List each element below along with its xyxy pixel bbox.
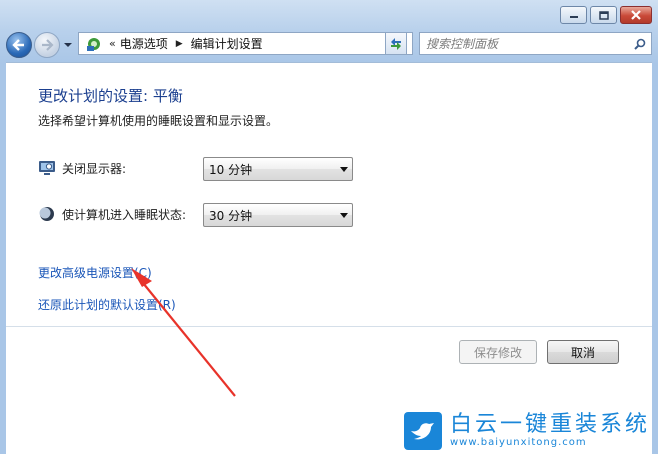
watermark-url: www.baiyunxitong.com: [450, 437, 587, 448]
advanced-power-settings-link[interactable]: 更改高级电源设置(C): [38, 264, 152, 281]
breadcrumb-arrow[interactable]: ▶: [176, 39, 183, 49]
control-panel-icon: [87, 37, 100, 51]
forward-button[interactable]: [34, 32, 60, 58]
window-frame: « 电源选项 ▶ 编辑计划设置 更改计划的设置: 平衡 选择希望计算机使用的睡眠…: [0, 0, 658, 454]
search-box[interactable]: [419, 32, 652, 55]
navigation-bar: « 电源选项 ▶ 编辑计划设置: [6, 30, 652, 60]
divider: [6, 326, 652, 327]
save-changes-button[interactable]: 保存修改: [459, 340, 537, 364]
watermark-title: 白云一键重装系统: [450, 412, 651, 437]
close-button[interactable]: [620, 6, 652, 24]
back-button[interactable]: [6, 32, 32, 58]
content-pane: 更改计划的设置: 平衡 选择希望计算机使用的睡眠设置和显示设置。 关闭显示器: …: [6, 62, 652, 454]
breadcrumb-overflow[interactable]: «: [109, 37, 116, 50]
breadcrumb-power-options[interactable]: 电源选项: [120, 35, 168, 52]
maximize-button[interactable]: [590, 6, 617, 24]
sleep-row: 使计算机进入睡眠状态:: [38, 205, 202, 223]
close-icon: [631, 10, 641, 20]
sleep-select[interactable]: 30 分钟: [203, 203, 353, 227]
page-title: 更改计划的设置: 平衡: [38, 87, 183, 105]
bird-logo-icon: [404, 412, 442, 450]
forward-arrow-icon: [42, 39, 54, 51]
chevron-down-icon: [336, 212, 352, 218]
display-off-value: 10 分钟: [209, 162, 253, 177]
minimize-icon: [569, 16, 578, 18]
chevron-down-icon: [336, 166, 352, 172]
recent-pages-dropdown[interactable]: [62, 32, 74, 58]
sleep-moon-icon: [38, 205, 56, 223]
back-arrow-icon: [12, 39, 24, 51]
cancel-button[interactable]: 取消: [547, 340, 619, 364]
display-off-label: 关闭显示器:: [62, 161, 127, 176]
display-off-row: 关闭显示器:: [38, 159, 202, 177]
sleep-value: 30 分钟: [209, 208, 253, 223]
caption-buttons: [560, 6, 652, 24]
refresh-button[interactable]: [385, 32, 407, 55]
monitor-icon: [38, 159, 56, 177]
minimize-button[interactable]: [560, 6, 587, 24]
search-input[interactable]: [426, 33, 631, 54]
chevron-down-icon: [64, 43, 72, 47]
display-off-select[interactable]: 10 分钟: [203, 157, 353, 181]
maximize-icon: [598, 10, 609, 20]
sleep-label: 使计算机进入睡眠状态:: [62, 207, 187, 222]
page-subtitle: 选择希望计算机使用的睡眠设置和显示设置。: [38, 114, 279, 128]
restore-defaults-link[interactable]: 还原此计划的默认设置(R): [38, 296, 176, 313]
watermark: 白云一键重装系统 www.baiyunxitong.com: [404, 408, 658, 454]
refresh-icon: [391, 37, 401, 50]
search-icon[interactable]: [631, 38, 649, 50]
address-bar[interactable]: « 电源选项 ▶ 编辑计划设置: [78, 32, 413, 55]
breadcrumb-edit-plan[interactable]: 编辑计划设置: [191, 35, 263, 52]
